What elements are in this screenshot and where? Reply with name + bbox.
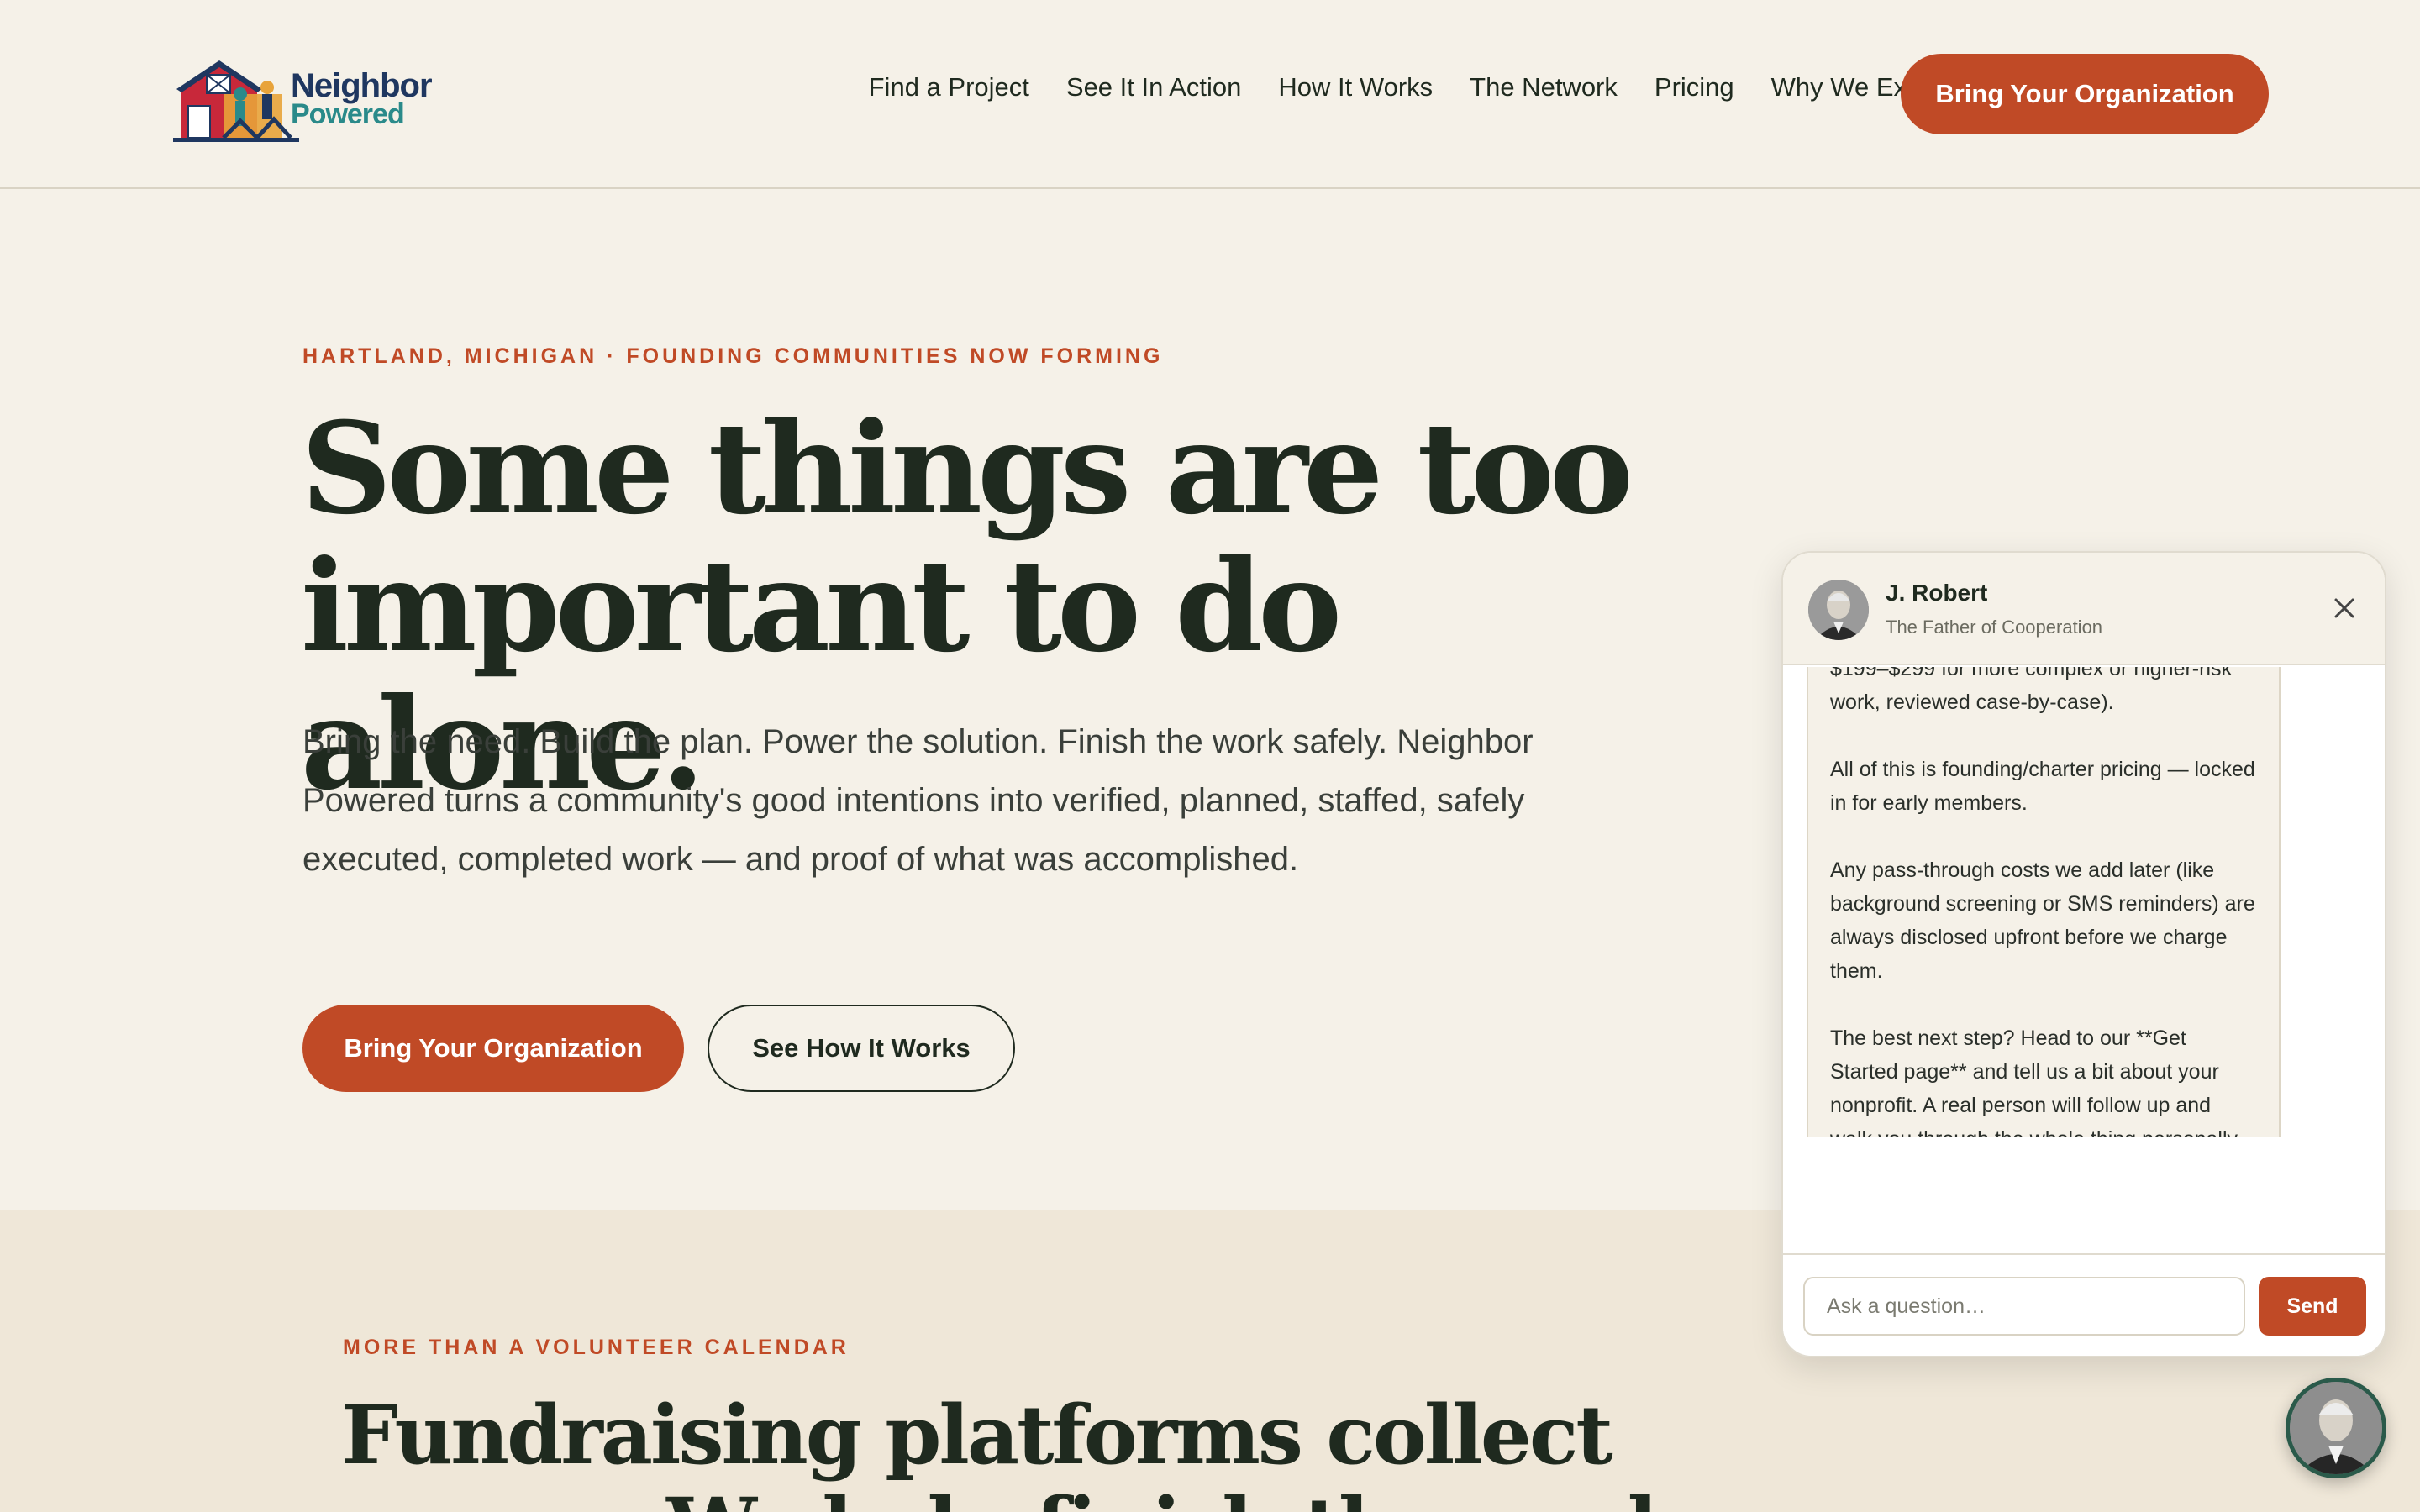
chat-agent-name: J. Robert: [1886, 580, 1988, 606]
hero-subtitle: Bring the need. Build the plan. Power th…: [302, 723, 1534, 878]
chat-composer: Send: [1783, 1253, 2385, 1356]
hero-eyebrow: HARTLAND, MICHIGAN · FOUNDING COMMUNITIE…: [302, 344, 1164, 368]
brand-name-line2: Powered: [291, 98, 405, 130]
chat-header: J. Robert The Father of Cooperation: [1783, 553, 2385, 665]
bring-organization-button[interactable]: Bring Your Organization: [302, 1005, 684, 1092]
section-title: Fundraising platforms collect money. We …: [341, 1388, 1709, 1512]
barn-logo-icon: [173, 60, 299, 142]
chat-message-line: $199–$299 for more complex or higher-ris…: [1830, 667, 2233, 714]
section-eyebrow: MORE THAN A VOLUNTEER CALENDAR: [343, 1336, 850, 1359]
portrait-avatar: [1808, 580, 1869, 640]
site-header: Neighbor Powered Find a Project See It I…: [0, 0, 2420, 189]
nav-find-a-project[interactable]: Find a Project: [869, 72, 1029, 102]
nav-how-it-works[interactable]: How It Works: [1278, 72, 1433, 102]
chat-launcher-avatar[interactable]: [2286, 1378, 2386, 1478]
nav-the-network[interactable]: The Network: [1470, 72, 1618, 102]
nav-pricing[interactable]: Pricing: [1655, 72, 1734, 102]
chat-message-line: The best next step? Head to our **Get St…: [1830, 1026, 2242, 1137]
chat-message-bubble: $199–$299 for more complex or higher-ris…: [1807, 667, 2281, 1137]
portrait-icon: [2290, 1382, 2382, 1474]
main-nav: Find a Project See It In Action How It W…: [869, 72, 1933, 102]
chat-send-button[interactable]: Send: [2259, 1277, 2366, 1336]
close-icon[interactable]: [2329, 593, 2360, 623]
chat-message-line: All of this is founding/charter pricing …: [1830, 758, 2255, 815]
chat-agent-role: The Father of Cooperation: [1886, 617, 2103, 638]
see-how-it-works-button[interactable]: See How It Works: [708, 1005, 1015, 1092]
brand-name-line1: Neighbor: [291, 67, 433, 104]
chat-question-input[interactable]: [1803, 1277, 2245, 1336]
header-cta-button[interactable]: Bring Your Organization: [1901, 54, 2269, 134]
brand-wordmark: Neighbor Powered: [291, 67, 433, 130]
nav-see-it-in-action[interactable]: See It In Action: [1066, 72, 1242, 102]
chat-message-line: Any pass-through costs we add later (lik…: [1830, 858, 2255, 983]
brand-logo[interactable]: Neighbor Powered: [173, 54, 434, 146]
chat-widget: J. Robert The Father of Cooperation $199…: [1781, 551, 2386, 1357]
portrait-icon: [1808, 580, 1869, 640]
chat-messages[interactable]: $199–$299 for more complex or higher-ris…: [1783, 667, 2385, 1137]
